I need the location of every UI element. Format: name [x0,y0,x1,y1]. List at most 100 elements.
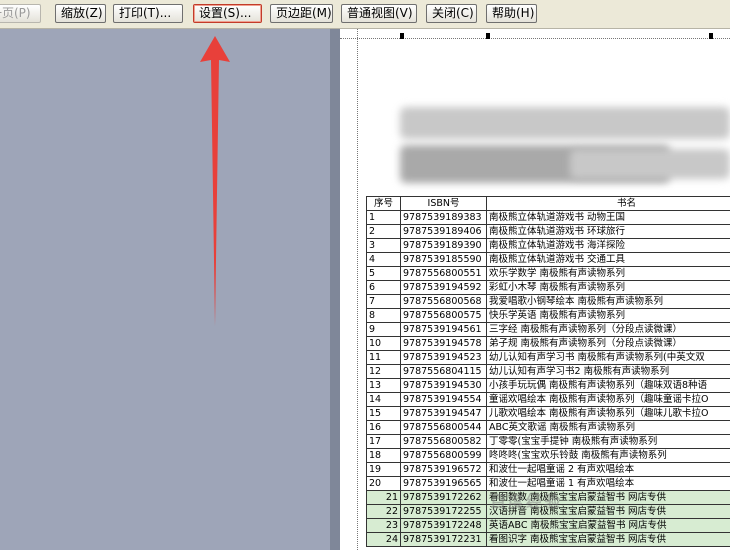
table-cell: 南极熊立体轨道游戏书 环球旅行 [486,224,730,239]
table-cell: 19 [366,462,401,477]
table-cell: 9787539194530 [400,378,487,393]
table-cell: 5 [366,266,401,281]
table-row: 11 9787539194523 幼儿认知有声学习书 南极熊有声读物系列(中英文双 [366,350,730,365]
left-margin-guide[interactable] [357,29,358,550]
table-row: 2 9787539189406 南极熊立体轨道游戏书 环球旅行 [366,224,730,239]
table-cell: 9787556804115 [400,364,487,379]
table-row: 15 9787539194547 儿歌欢唱绘本 南极熊有声读物系列（趣味儿歌卡拉O [366,406,730,421]
previous-page-button[interactable]: 一页(P) [0,4,41,23]
table-cell: 9787539196572 [400,462,487,477]
top-margin-guide[interactable] [340,38,730,39]
table-row: 7 9787556800568 我爱唱歌小钢琴绘本 南极熊有声读物系列 [366,294,730,309]
table-cell: 9787556800575 [400,308,487,323]
redacted-title [400,107,730,139]
help-button[interactable]: 帮助(H) [486,4,537,23]
table-cell: 3 [366,238,401,253]
table-cell: 4 [366,252,401,267]
zoom-button[interactable]: 缩放(Z) [55,4,106,23]
table-cell: 丁零零(宝宝手提钟 南极熊有声读物系列 [486,434,730,449]
table-cell: 20 [366,476,401,491]
table-cell: 南极熊立体轨道游戏书 交通工具 [486,252,730,267]
table-cell: 22 [366,504,401,519]
table-cell: 我爱唱歌小钢琴绘本 南极熊有声读物系列 [486,294,730,309]
table-row: 8 9787556800575 快乐学英语 南极熊有声读物系列 [366,308,730,323]
table-cell: 9787539172262 [400,490,487,505]
table-cell: 24 [366,532,401,547]
table-cell: 9787556800544 [400,420,487,435]
table-cell: 12 [366,364,401,379]
margin-handle[interactable] [486,33,490,39]
table-row: 13 9787539194530 小孩手玩玩偶 南极熊有声读物系列（趣味双语8种语 [366,378,730,393]
table-cell: 咚咚咚(宝宝欢乐铃鼓 南极熊有声读物系列 [486,448,730,463]
table-cell: 南极熊立体轨道游戏书 动物王国 [486,210,730,225]
table-cell: 9787556800599 [400,448,487,463]
arrow-shape [200,36,230,326]
table-row: 6 9787539194592 彩虹小木琴 南极熊有声读物系列 [366,280,730,295]
margin-handle[interactable] [400,33,404,39]
close-button[interactable]: 关闭(C) [426,4,477,23]
table-row: 12 9787556804115 幼儿认知有声学习书2 南极熊有声读物系列 [366,364,730,379]
table-cell: 2 [366,224,401,239]
table-cell: 10 [366,336,401,351]
table-row: 21 9787539172262 看图数数 南极熊宝宝启蒙益智书 网店专供 [366,490,730,505]
page-shadow [330,29,340,550]
table-cell: ABC英文歌谣 南极熊有声读物系列 [486,420,730,435]
table-cell: 9787539172255 [400,504,487,519]
print-preview-page: 序号 ISBN号 书名 1 9787539189383 南极熊立体轨道游戏书 动物王… [340,29,730,550]
table-row: 1 9787539189383 南极熊立体轨道游戏书 动物王国 [366,210,730,225]
table-cell: 9787539194554 [400,392,487,407]
table-row: 19 9787539196572 和波仕一起唱童谣 2 有声欢唱绘本 [366,462,730,477]
table-cell: 9787539172248 [400,518,487,533]
table-cell: 快乐学英语 南极熊有声读物系列 [486,308,730,323]
table-cell: 小孩手玩玩偶 南极熊有声读物系列（趣味双语8种语 [486,378,730,393]
table-cell: 英语ABC 南极熊宝宝启蒙益智书 网店专供 [486,518,730,533]
normal-view-button[interactable]: 普通视图(V) [341,4,417,23]
table-cell: 三字经 南极熊有声读物系列（分段点读微课） [486,322,730,337]
column-header: 序号 [366,196,401,211]
table-cell: 9787539172231 [400,532,487,547]
table-cell: 9787539185590 [400,252,487,267]
setup-button[interactable]: 设置(S)... [193,4,262,23]
table-cell: 9787539194547 [400,406,487,421]
table-cell: 9787539194561 [400,322,487,337]
table-row: 24 9787539172231 看图识字 南极熊宝宝启蒙益智书 网店专供 [366,532,730,547]
table-cell: 17 [366,434,401,449]
table-cell: 和波仕一起唱童谣 2 有声欢唱绘本 [486,462,730,477]
table-row: 20 9787539196565 和波仕一起唱童谣 1 有声欢唱绘本 [366,476,730,491]
table-cell: 9787539194592 [400,280,487,295]
table-cell: 和波仕一起唱童谣 1 有声欢唱绘本 [486,476,730,491]
book-list-table: 序号 ISBN号 书名 1 9787539189383 南极熊立体轨道游戏书 动物王… [366,196,730,547]
table-cell: 南极熊立体轨道游戏书 海洋探险 [486,238,730,253]
table-cell: 9 [366,322,401,337]
table-cell: 看图识字 南极熊宝宝启蒙益智书 网店专供 [486,532,730,547]
table-cell: 14 [366,392,401,407]
print-button[interactable]: 打印(T)... [113,4,183,23]
column-header: 书名 [486,196,730,211]
table-cell: 9787539189406 [400,224,487,239]
table-row: 3 9787539189390 南极熊立体轨道游戏书 海洋探险 [366,238,730,253]
table-cell: 15 [366,406,401,421]
margin-handle[interactable] [709,33,713,39]
table-cell: 看图数数 南极熊宝宝启蒙益智书 网店专供 [486,490,730,505]
table-row: 4 9787539185590 南极熊立体轨道游戏书 交通工具 [366,252,730,267]
table-cell: 欢乐学数学 南极熊有声读物系列 [486,266,730,281]
table-cell: 9787556800551 [400,266,487,281]
column-header: ISBN号 [400,196,487,211]
table-cell: 彩虹小木琴 南极熊有声读物系列 [486,280,730,295]
table-cell: 16 [366,420,401,435]
table-cell: 9787539194578 [400,336,487,351]
table-cell: 9787539196565 [400,476,487,491]
table-cell: 幼儿认知有声学习书 南极熊有声读物系列(中英文双 [486,350,730,365]
table-cell: 21 [366,490,401,505]
table-header-row: 序号 ISBN号 书名 [366,196,730,211]
preview-background [0,29,330,550]
table-cell: 9787556800582 [400,434,487,449]
table-row: 23 9787539172248 英语ABC 南极熊宝宝启蒙益智书 网店专供 [366,518,730,533]
margins-button[interactable]: 页边距(M) [270,4,333,23]
table-cell: 幼儿认知有声学习书2 南极熊有声读物系列 [486,364,730,379]
redacted-subtitle-extra [570,149,730,179]
table-cell: 儿歌欢唱绘本 南极熊有声读物系列（趣味儿歌卡拉O [486,406,730,421]
table-row: 9 9787539194561 三字经 南极熊有声读物系列（分段点读微课） [366,322,730,337]
table-cell: 1 [366,210,401,225]
table-cell: 童谣欢唱绘本 南极熊有声读物系列（趣味童谣卡拉O [486,392,730,407]
